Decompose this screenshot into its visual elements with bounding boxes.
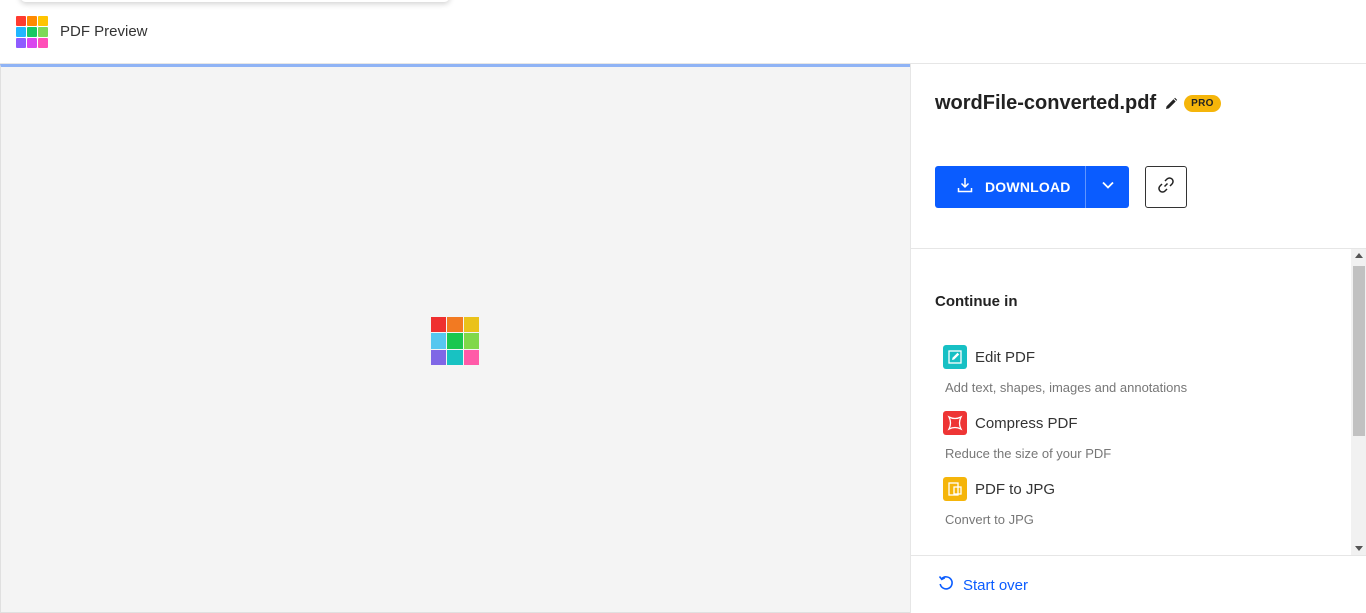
- logo-tile: [27, 38, 37, 48]
- loader-tile: [463, 333, 479, 349]
- tool-description: Reduce the size of your PDF: [945, 446, 1112, 461]
- share-link-button[interactable]: [1145, 166, 1187, 208]
- app-title: PDF Preview: [60, 23, 148, 40]
- logo-tile: [16, 16, 26, 26]
- pdf-preview-area: [0, 64, 910, 613]
- continue-title: Continue in: [935, 293, 1018, 310]
- loader-tile: [431, 349, 447, 365]
- file-name[interactable]: wordFile-converted.pdf: [935, 92, 1156, 115]
- logo-tile: [38, 38, 48, 48]
- download-icon: [957, 177, 973, 198]
- tool-name: PDF to JPG: [975, 480, 1056, 498]
- loader-tile: [431, 317, 447, 333]
- pencil-icon[interactable]: [1164, 97, 1178, 111]
- logo-tile: [27, 16, 37, 26]
- compress-pdf-icon: [943, 411, 967, 435]
- scroll-up-arrow-icon[interactable]: [1355, 253, 1363, 258]
- logo-tile: [38, 16, 48, 26]
- undo-icon: [937, 574, 955, 597]
- tool-description: Add text, shapes, images and annotations: [945, 380, 1188, 395]
- logo-tile: [16, 38, 26, 48]
- scrollbar[interactable]: [1351, 249, 1366, 555]
- download-button[interactable]: DOWNLOAD: [935, 166, 1086, 208]
- link-icon: [1156, 175, 1176, 200]
- download-button-group: DOWNLOAD: [935, 166, 1129, 208]
- download-label: DOWNLOAD: [985, 179, 1071, 195]
- chevron-down-icon: [1101, 178, 1115, 197]
- side-panel: wordFile-converted.pdf PRO DOWNLOAD Cont…: [910, 64, 1366, 613]
- start-over-label: Start over: [963, 577, 1029, 594]
- edit-pdf-icon: [943, 345, 967, 369]
- section-divider: [911, 555, 1366, 556]
- loader-tile: [463, 317, 479, 333]
- loader-tile: [463, 349, 479, 365]
- tool-edit-pdf[interactable]: Edit PDF Add text, shapes, images and an…: [943, 345, 1187, 395]
- logo-tile: [38, 27, 48, 37]
- download-options-dropdown[interactable]: [1086, 166, 1129, 208]
- file-name-row: wordFile-converted.pdf PRO: [935, 92, 1221, 115]
- tool-row: Compress PDF: [943, 411, 1111, 435]
- scroll-down-arrow-icon[interactable]: [1355, 546, 1363, 551]
- tool-row: PDF to JPG: [943, 477, 1055, 501]
- start-over-button[interactable]: Start over: [937, 574, 1028, 597]
- tool-compress-pdf[interactable]: Compress PDF Reduce the size of your PDF: [943, 411, 1111, 461]
- tool-name: Compress PDF: [975, 414, 1078, 432]
- loader-tile: [447, 317, 463, 333]
- loader-tile: [447, 333, 463, 349]
- continue-in-section: Continue in Edit PDF Add text, shapes, i…: [911, 249, 1366, 555]
- top-header: PDF Preview: [0, 0, 1366, 64]
- tool-pdf-to-jpg[interactable]: PDF to JPG Convert to JPG: [943, 477, 1055, 527]
- loading-spinner-icon: [431, 317, 479, 365]
- scrollbar-thumb[interactable]: [1353, 266, 1365, 436]
- tool-description: Convert to JPG: [945, 512, 1034, 527]
- logo-tile: [16, 27, 26, 37]
- logo-tile: [27, 27, 37, 37]
- loader-tile: [447, 349, 463, 365]
- loader-tile: [431, 333, 447, 349]
- pro-badge: PRO: [1184, 95, 1221, 112]
- tool-name: Edit PDF: [975, 348, 1036, 366]
- floating-panel-edge: [20, 0, 450, 2]
- tool-row: Edit PDF: [943, 345, 1187, 369]
- pdf-to-jpg-icon: [943, 477, 967, 501]
- app-logo[interactable]: [16, 16, 48, 48]
